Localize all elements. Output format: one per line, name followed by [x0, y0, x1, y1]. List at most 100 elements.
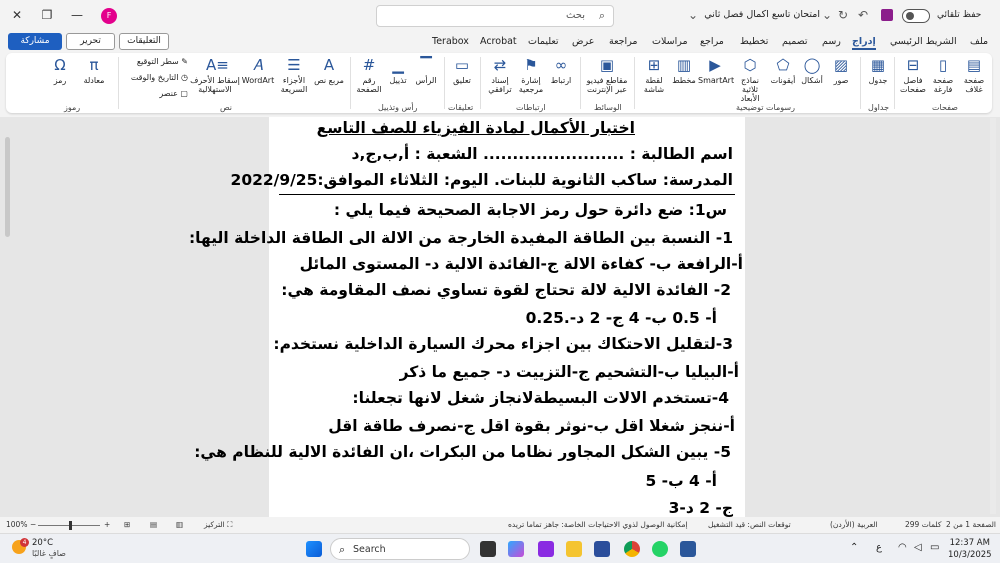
tab-home[interactable]: الشريط الرئيسي	[890, 36, 957, 47]
web-layout-icon[interactable]: ⊞	[124, 520, 130, 529]
tab-review[interactable]: مراجعة	[609, 36, 638, 47]
question-text: 3-لتقليل الاحتكاك بين اجزاء محرك السيارة…	[273, 335, 733, 353]
left-scrollbar[interactable]	[5, 137, 10, 237]
drop-cap-button[interactable]: A≡ إسقاط الأحرف الاستهلالية	[190, 56, 240, 94]
windows-start-icon[interactable]	[306, 541, 322, 557]
input-language[interactable]: ع	[876, 542, 882, 553]
zoom-slider-handle[interactable]	[69, 521, 72, 530]
wordart-button[interactable]: 𝐴 WordArt	[240, 56, 276, 85]
online-video-button[interactable]: ▣ مقاطع فيديو عبر الإنترنت	[584, 56, 630, 94]
tab-mailings[interactable]: مراسلات	[652, 36, 688, 47]
vertical-scrollbar[interactable]	[990, 118, 996, 514]
autosave-toggle[interactable]	[902, 9, 930, 23]
focus-button[interactable]: التركيز ⛶	[204, 520, 232, 530]
3d-models-button[interactable]: ⬡ نماذج ثلاثية الأبعاد	[732, 56, 768, 103]
equation-button[interactable]: π معادلة	[76, 56, 112, 85]
task-view-icon[interactable]	[480, 541, 496, 557]
icons-button[interactable]: ⬠ أيقونات	[768, 56, 798, 85]
signature-line-button[interactable]: سطر التوقيع ✎	[130, 57, 188, 66]
shapes-button[interactable]: ◯ أشكال	[798, 56, 826, 85]
word-icon[interactable]	[680, 541, 696, 557]
cross-reference-button[interactable]: ⇄ إسناد ترافقي	[484, 56, 516, 94]
language-status[interactable]: العربية (الأردن)	[830, 520, 878, 529]
illustrations-group-label: رسومات توضيحية	[736, 103, 795, 112]
chart-button[interactable]: ▥ مخطط	[670, 56, 698, 85]
tab-file[interactable]: ملف	[970, 36, 988, 47]
smartart-button[interactable]: ▶ SmartArt	[698, 56, 734, 85]
text-box-button[interactable]: A مربع نص	[312, 56, 346, 85]
pictures-button[interactable]: ▨ صور	[826, 56, 856, 85]
symbols-group-label: رموز	[64, 103, 81, 112]
tab-insert[interactable]: إدراج	[852, 36, 876, 50]
tab-draw[interactable]: رسم	[822, 36, 841, 47]
header-button[interactable]: ▔ الرأس	[412, 56, 440, 85]
close-icon[interactable]: ✕	[2, 5, 32, 25]
tab-terabox[interactable]: Terabox	[432, 36, 469, 47]
cover-page-button[interactable]: ▤ صفحة غلاف	[958, 56, 990, 94]
page-break-button[interactable]: ⊟ فاصل صفحات	[898, 56, 928, 94]
store-icon[interactable]	[594, 541, 610, 557]
app-icon[interactable]	[538, 541, 554, 557]
battery-icon[interactable]: ▭	[930, 542, 939, 553]
customize-qat-icon[interactable]: ⌄	[822, 8, 832, 22]
video-icon: ▣	[599, 56, 615, 74]
quick-parts-button[interactable]: ☰ الأجزاء السريعة	[276, 56, 312, 94]
student-name-line: اسم الطالبة : ........................ ا…	[351, 145, 733, 163]
wifi-icon[interactable]: ◠	[898, 542, 907, 553]
print-layout-icon[interactable]: ▤	[150, 520, 157, 529]
redo-icon[interactable]: ↻	[838, 8, 848, 22]
object-button[interactable]: عنصر ▢	[130, 89, 188, 98]
text-predictions-status[interactable]: توقعات النص: قيد التشغيل	[708, 520, 791, 529]
whatsapp-icon[interactable]	[652, 541, 668, 557]
screenshot-button[interactable]: ⊞ لقطة شاشة	[638, 56, 670, 94]
table-icon: ▦	[870, 56, 886, 74]
chevron-up-icon[interactable]: ⌃	[850, 542, 858, 553]
page-count[interactable]: الصفحة 1 من 2	[946, 520, 996, 529]
links-group-label: ارتباطات	[516, 103, 546, 112]
search-box[interactable]: بحث ⌕	[376, 5, 614, 27]
file-explorer-icon[interactable]	[566, 541, 582, 557]
document-title[interactable]: امتحان تاسع اكمال فصل ثاني	[700, 9, 820, 20]
symbol-button[interactable]: Ω رمز	[44, 56, 76, 85]
restore-icon[interactable]: ❐	[32, 5, 62, 25]
zoom-level[interactable]: 100%	[6, 520, 27, 529]
chevron-down-icon[interactable]: ⌄	[688, 8, 698, 22]
volume-icon[interactable]: ◁	[914, 542, 922, 553]
page-number-button[interactable]: # رقم الصفحة	[354, 56, 384, 94]
word-count[interactable]: 299 كلمات	[905, 520, 941, 529]
comments-button[interactable]: التعليقات	[119, 33, 169, 50]
read-mode-icon[interactable]: ▥	[176, 520, 183, 529]
blank-page-icon: ▯	[938, 56, 948, 74]
share-button[interactable]: مشاركة	[8, 33, 62, 50]
accessibility-status[interactable]: إمكانية الوصول لذوي الاحتياجات الخاصة: ج…	[508, 520, 688, 529]
footer-button[interactable]: ▁ تذييل	[384, 56, 412, 85]
undo-icon[interactable]: ↶	[858, 8, 868, 22]
answer-options: أ-الرافعة ب- كفاءة الالة ج-الفائدة الالي…	[299, 255, 743, 273]
smartart-icon: ▶	[709, 56, 721, 74]
avatar[interactable]: F	[101, 8, 117, 24]
tab-design[interactable]: تصميم	[782, 36, 808, 47]
tab-help[interactable]: تعليمات	[528, 36, 559, 47]
zoom-in-icon[interactable]: +	[104, 520, 110, 529]
edit-mode-button[interactable]: تحرير	[66, 33, 115, 50]
zoom-out-icon[interactable]: −	[30, 520, 36, 529]
tab-view[interactable]: عرض	[572, 36, 594, 47]
taskbar-search[interactable]: ⌕ Search	[330, 538, 470, 560]
minimize-icon[interactable]: —	[62, 5, 92, 25]
document-page[interactable]: اختبار الأكمال لمادة الفيزياء للصف التاس…	[189, 117, 745, 517]
clock[interactable]: 12:37 AM 10/3/2025	[948, 537, 992, 561]
blank-page-button[interactable]: ▯ صفحة فارغة	[928, 56, 958, 94]
tab-references[interactable]: مراجع	[700, 36, 724, 47]
copilot-icon[interactable]	[508, 541, 524, 557]
shapes-icon: ◯	[803, 56, 821, 74]
new-comment-button[interactable]: ▭ تعليق	[448, 56, 476, 85]
table-button[interactable]: ▦ جدول	[864, 56, 892, 85]
link-button[interactable]: ∞ ارتباط	[546, 56, 576, 85]
save-icon[interactable]	[881, 9, 893, 21]
tab-layout[interactable]: تخطيط	[740, 36, 768, 47]
chrome-icon[interactable]	[624, 541, 640, 557]
bookmark-button[interactable]: ⚑ إشارة مرجعية	[516, 56, 546, 94]
tab-acrobat[interactable]: Acrobat	[480, 36, 517, 47]
date-time-button[interactable]: التاريخ والوقت ◷	[130, 73, 188, 82]
document-body[interactable]: اختبار الأكمال لمادة الفيزياء للصف التاس…	[189, 117, 745, 517]
